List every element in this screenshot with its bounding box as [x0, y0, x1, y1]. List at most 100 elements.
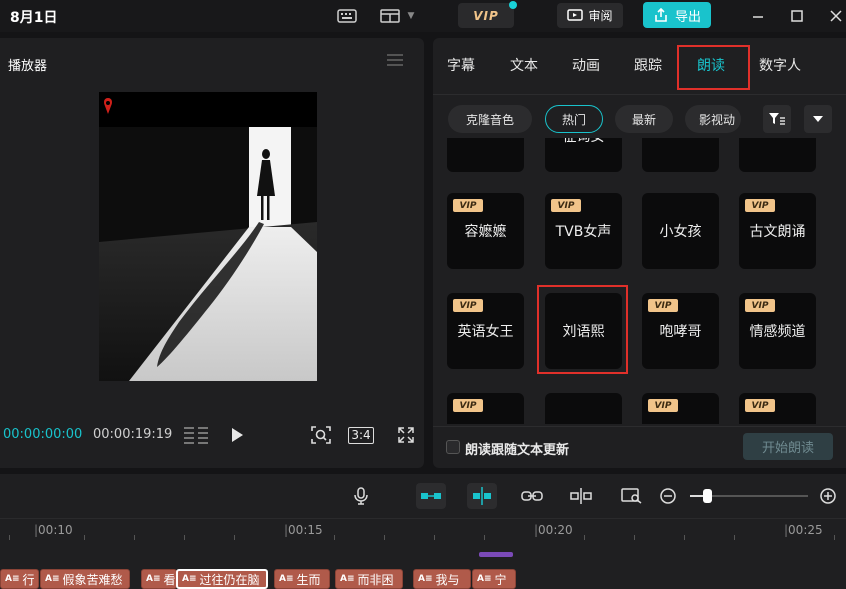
sync-label: 朗读跟随文本更新	[465, 443, 570, 458]
waveform-list-icon[interactable]	[182, 424, 210, 446]
text-clip-selected[interactable]: A≡ 过往仍在脑	[176, 569, 268, 589]
tab-subtitle[interactable]: 字幕	[447, 55, 475, 75]
maximize-icon[interactable]	[783, 3, 811, 29]
layout-dropdown-icon[interactable]: ▼	[404, 5, 418, 27]
keyboard-icon[interactable]	[334, 5, 360, 27]
ruler-tick	[9, 535, 10, 540]
clip-label: 行	[22, 572, 35, 587]
auto-snap-icon[interactable]	[467, 483, 497, 509]
audio-marker[interactable]	[479, 552, 513, 557]
time-ruler[interactable]: |00:10 |00:15 |00:20 |00:25	[0, 518, 846, 548]
export-label: 导出	[674, 9, 701, 25]
chip-clone-voice[interactable]: 克隆音色	[448, 105, 532, 133]
play-icon[interactable]	[226, 424, 248, 446]
close-icon[interactable]	[822, 3, 846, 29]
player-panel: 播放器 00:00:00:00 00:00:19:19 3:4	[0, 38, 424, 468]
voice-card[interactable]: VIP 咆哮哥	[642, 293, 719, 369]
review-icon	[567, 8, 584, 21]
tick-label: |00:10	[34, 523, 73, 537]
chevron-down-icon[interactable]	[804, 105, 832, 133]
voice-card[interactable]: VIP 容嬷嬷	[447, 193, 524, 269]
zoom-slider-handle[interactable]	[703, 489, 712, 503]
chip-film[interactable]: 影视动	[685, 105, 741, 133]
clip-label: 看	[163, 572, 176, 587]
text-clip[interactable]: A≡ 我与	[413, 569, 471, 589]
fullscreen-icon[interactable]	[395, 424, 417, 446]
divider	[433, 94, 846, 95]
voice-card[interactable]: VIP	[739, 393, 816, 424]
voice-card[interactable]: VIP 古文朗诵	[739, 193, 816, 269]
voice-card[interactable]	[739, 138, 816, 172]
minimize-icon[interactable]	[744, 3, 772, 29]
filter-icon[interactable]	[763, 105, 791, 133]
voice-card[interactable]: VIP 情感频道	[739, 293, 816, 369]
voice-card[interactable]: 征询女	[545, 138, 622, 172]
ruler-tick	[134, 535, 135, 540]
vip-label: VIP	[473, 8, 499, 23]
text-clip[interactable]: A≡ 看	[141, 569, 177, 589]
chip-latest[interactable]: 最新	[615, 105, 673, 133]
video-preview[interactable]	[99, 92, 317, 381]
zoom-out-icon[interactable]	[653, 483, 683, 509]
tick-label: |00:20	[534, 523, 573, 537]
fit-screen-icon[interactable]	[309, 424, 333, 446]
link-icon[interactable]	[517, 483, 547, 509]
aspect-ratio-button[interactable]: 3:4	[347, 424, 375, 446]
ruler-tick	[384, 535, 385, 540]
microphone-icon[interactable]	[346, 483, 376, 509]
clip-label: 假象苦难愁	[62, 572, 123, 587]
ruler-tick	[84, 535, 85, 540]
tab-animation[interactable]: 动画	[572, 55, 600, 75]
voice-card[interactable]: VIP 英语女王	[447, 293, 524, 369]
vip-badge: VIP	[453, 399, 483, 412]
vip-button[interactable]: VIP	[458, 1, 517, 28]
review-label: 审阅	[588, 9, 613, 23]
vip-badge: VIP	[648, 399, 678, 412]
chip-hot[interactable]: 热门	[545, 105, 603, 133]
vip-badge: VIP	[745, 299, 775, 312]
text-to-speech-panel: 字幕 文本 动画 跟踪 朗读 数字人 克隆音色 热门 最新 影视动 征询女 VI…	[433, 38, 846, 468]
export-button[interactable]: 导出	[643, 2, 711, 28]
aspect-ratio-label: 3:4	[348, 426, 374, 444]
voice-label: 容嬷嬷	[464, 224, 507, 240]
layout-icon[interactable]	[378, 5, 402, 27]
tab-digital-human[interactable]: 数字人	[759, 55, 801, 75]
tab-text[interactable]: 文本	[510, 55, 538, 75]
vip-badge: VIP	[648, 299, 678, 312]
start-reading-button[interactable]: 开始朗读	[743, 433, 833, 460]
text-clip[interactable]: A≡ 而非困	[335, 569, 403, 589]
text-clip-icon: A≡	[340, 574, 355, 584]
split-track-icon[interactable]	[566, 483, 596, 509]
main-track-magnet-icon[interactable]	[416, 483, 446, 509]
tick-label: |00:15	[284, 523, 323, 537]
voice-card[interactable]: VIP TVB女声	[545, 193, 622, 269]
ruler-tick	[734, 535, 735, 540]
text-clip-icon: A≡	[477, 574, 492, 584]
zoom-in-icon[interactable]	[813, 483, 843, 509]
voice-label: 英语女王	[457, 324, 514, 340]
voice-card[interactable]	[447, 138, 524, 172]
text-clip-icon: A≡	[146, 574, 161, 584]
text-clip[interactable]: A≡ 宁	[472, 569, 516, 589]
voice-label: 小女孩	[659, 224, 702, 240]
voice-card[interactable]: VIP	[642, 393, 719, 424]
voice-card[interactable]: VIP	[447, 393, 524, 424]
vip-badge: VIP	[551, 199, 581, 212]
sync-checkbox[interactable]	[446, 440, 460, 454]
voice-card[interactable]: 小女孩	[642, 193, 719, 269]
vip-badge: VIP	[745, 199, 775, 212]
menu-icon[interactable]	[387, 52, 403, 71]
review-button[interactable]: 审阅	[557, 3, 623, 28]
text-clip[interactable]: A≡ 假象苦难愁	[40, 569, 130, 589]
text-clip-icon: A≡	[279, 574, 294, 584]
ruler-tick	[634, 535, 635, 540]
voice-card[interactable]	[545, 393, 622, 424]
ruler-tick	[484, 535, 485, 540]
preview-zoom-icon[interactable]	[617, 483, 647, 509]
tab-tracking[interactable]: 跟踪	[634, 55, 662, 75]
notification-dot	[509, 1, 517, 9]
clip-label: 生而	[296, 572, 321, 587]
text-clip[interactable]: A≡ 生而	[274, 569, 330, 589]
text-clip[interactable]: A≡ 行	[0, 569, 39, 589]
voice-card[interactable]	[642, 138, 719, 172]
